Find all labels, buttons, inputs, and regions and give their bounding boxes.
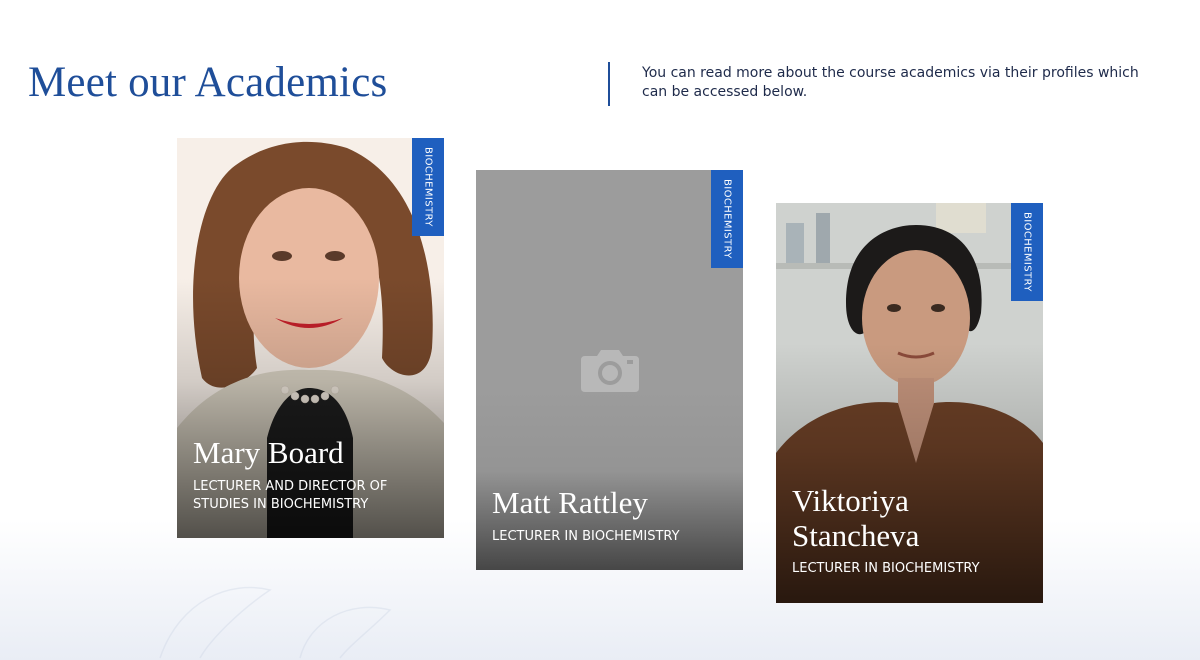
subject-badge: BIOCHEMISTRY (412, 138, 444, 236)
camera-icon (581, 350, 639, 392)
subject-badge: BIOCHEMISTRY (1011, 203, 1043, 301)
subject-badge: BIOCHEMISTRY (711, 170, 743, 268)
academic-name: Viktoriya Stancheva (792, 483, 920, 553)
academic-role: Lecturer in Biochemistry (492, 529, 680, 544)
header-divider (608, 62, 610, 106)
page-title: Meet our Academics (28, 59, 388, 106)
academic-role: Lecturer and Director of Studies in Bioc… (193, 479, 388, 512)
academic-role: Lecturer in Biochemistry (792, 561, 980, 576)
academic-card-matt-rattley[interactable]: BIOCHEMISTRY Matt Rattley Lecturer in Bi… (476, 170, 743, 570)
decorative-leaf-outline (159, 586, 392, 659)
academic-name: Matt Rattley (492, 485, 648, 520)
academic-card-viktoriya-stancheva[interactable]: BIOCHEMISTRY Viktoriya Stancheva Lecture… (776, 203, 1043, 603)
academic-card-mary-board[interactable]: BIOCHEMISTRY Mary Board Lecturer and Dir… (177, 138, 444, 538)
academic-name: Mary Board (193, 435, 344, 470)
intro-text: You can read more about the course acade… (642, 65, 1139, 100)
